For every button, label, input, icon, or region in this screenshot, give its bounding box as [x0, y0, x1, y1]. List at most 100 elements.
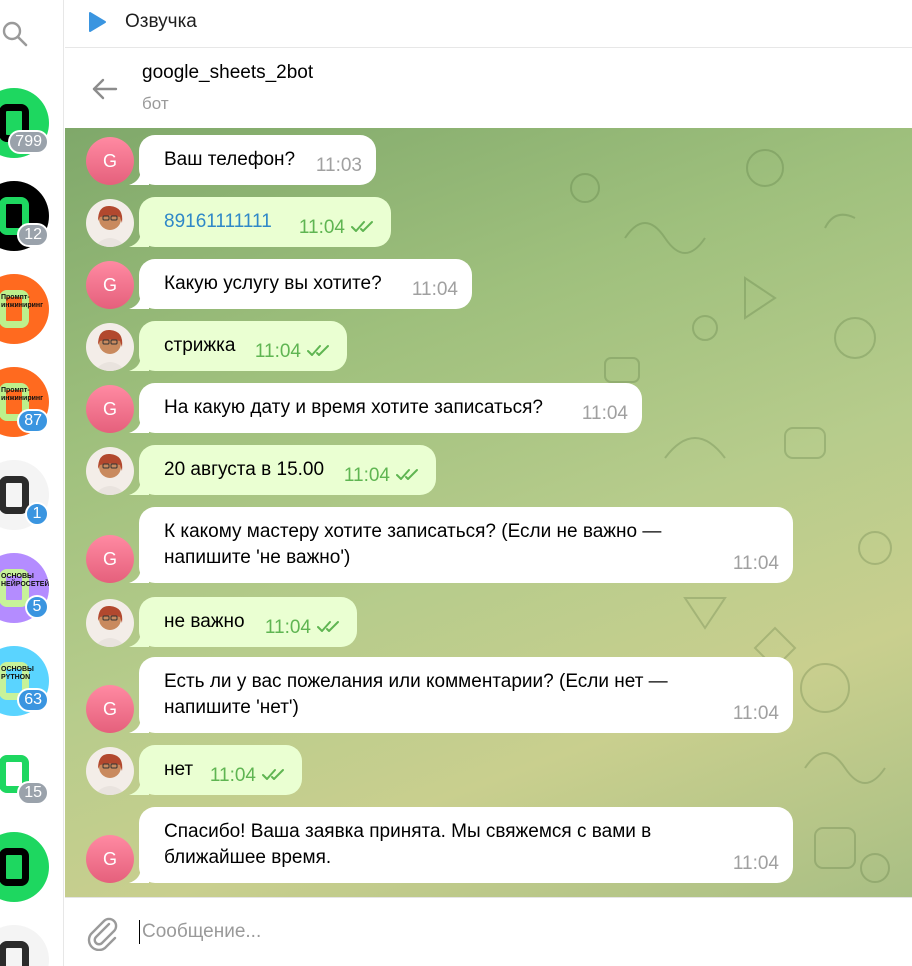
- chat-avatar-thumb-text: Промпт-инжиниринг: [1, 387, 44, 402]
- bot-avatar[interactable]: G: [86, 535, 134, 583]
- bubble-tail: [129, 779, 149, 795]
- message-meta: 11:04: [255, 339, 333, 365]
- outgoing-message-bubble[interactable]: 89161111111 11:04: [129, 197, 391, 247]
- message-text: напишите 'нет'): [164, 697, 299, 718]
- chat-avatar-thumb-text: ОСНОВЫ НЕЙРОСЕТЕЙ: [1, 573, 49, 588]
- message-meta: 11:04: [733, 851, 779, 877]
- outgoing-message-bubble[interactable]: стрижка 11:04: [129, 321, 347, 371]
- chat-list-item[interactable]: 12: [0, 181, 49, 251]
- message-text: нет: [164, 759, 194, 780]
- message-row: нет 11:04: [65, 745, 912, 795]
- bubble-tail: [129, 717, 149, 733]
- chat-list-item[interactable]: ОСНОВЫ НЕЙРОСЕТЕЙ 5: [0, 553, 49, 623]
- chat-title[interactable]: google_sheets_2bot: [142, 62, 313, 84]
- message-time: 11:04: [264, 617, 311, 639]
- chat-avatar-thumb-text: ОСНОВЫ PYTHON: [1, 666, 34, 681]
- bubble-tail: [129, 567, 149, 583]
- message-meta: 11:04: [582, 401, 628, 427]
- incoming-message-bubble[interactable]: На какую дату и время хотите записаться?…: [129, 383, 642, 433]
- message-text: К какому мастеру хотите записаться? (Есл…: [164, 521, 662, 542]
- bubble-tail: [129, 867, 149, 883]
- message-meta: 11:04: [412, 277, 458, 303]
- chat-list-item[interactable]: Промпт-инжиниринг 87: [0, 367, 49, 437]
- chat-list-item[interactable]: [0, 925, 49, 966]
- paperclip-icon[interactable]: [85, 915, 119, 951]
- message-time: 11:04: [298, 217, 345, 239]
- bot-avatar[interactable]: G: [86, 835, 134, 883]
- user-avatar[interactable]: [86, 199, 134, 247]
- bot-avatar[interactable]: G: [86, 261, 134, 309]
- user-avatar[interactable]: [86, 599, 134, 647]
- message-row: G Есть ли у вас пожелания или комментарии…: [65, 657, 912, 733]
- message-row: G Ваш телефон? 11:03: [65, 135, 912, 185]
- message-time: 11:04: [411, 279, 458, 300]
- message-time: 11:04: [732, 703, 779, 724]
- bubble-tail: [129, 293, 149, 309]
- incoming-message-bubble[interactable]: Есть ли у вас пожелания или комментарии?…: [129, 657, 793, 733]
- bubble-tail: [129, 479, 149, 495]
- message-row: G Какую услугу вы хотите? 11:04: [65, 259, 912, 309]
- outgoing-message-bubble[interactable]: 20 августа в 15.00 11:04: [129, 445, 436, 495]
- play-icon[interactable]: [87, 11, 107, 33]
- message-time: 11:04: [581, 403, 628, 424]
- topbar-title[interactable]: Озвучка: [125, 11, 197, 33]
- chat-list-item[interactable]: 1: [0, 460, 49, 530]
- read-check-icon: [396, 463, 422, 489]
- outgoing-message-bubble[interactable]: нет 11:04: [129, 745, 302, 795]
- message-text: Есть ли у вас пожелания или комментарии?…: [164, 671, 668, 692]
- chat-list-sidebar: 799 12 Промпт-инжиниринг Промпт-инжиниринг 8…: [0, 0, 64, 966]
- phone-link[interactable]: 89161111111: [164, 209, 272, 235]
- bot-avatar[interactable]: G: [86, 685, 134, 733]
- incoming-message-bubble[interactable]: Ваш телефон? 11:03: [129, 135, 376, 185]
- unread-badge: 87: [17, 409, 49, 433]
- bot-avatar[interactable]: G: [86, 385, 134, 433]
- read-check-icon: [262, 763, 288, 789]
- message-text: ближайшее время.: [164, 847, 332, 868]
- message-text: не важно: [164, 611, 245, 632]
- bubble-tail: [129, 631, 149, 647]
- message-meta: 11:04: [344, 463, 422, 489]
- search-button[interactable]: [0, 14, 30, 54]
- message-row: стрижка 11:04: [65, 321, 912, 371]
- message-text: Спасибо! Ваша заявка принята. Мы свяжемс…: [164, 821, 652, 842]
- unread-badge: 5: [25, 595, 49, 619]
- chat-list-item[interactable]: ОСНОВЫ PYTHON 63: [0, 646, 49, 716]
- unread-badge: 799: [8, 130, 49, 154]
- chat-list-item[interactable]: 15: [0, 739, 49, 809]
- unread-badge: 12: [17, 223, 49, 247]
- user-avatar[interactable]: [86, 323, 134, 371]
- message-text: 20 августа в 15.00: [164, 459, 325, 480]
- unread-badge: 15: [17, 781, 49, 805]
- bubble-tail: [129, 231, 149, 247]
- bubble-tail: [129, 169, 149, 185]
- chat-avatar: [0, 925, 49, 966]
- search-icon: [2, 21, 28, 47]
- read-check-icon: [351, 215, 377, 241]
- message-text: стрижка: [164, 335, 236, 356]
- incoming-message-bubble[interactable]: Спасибо! Ваша заявка принята. Мы свяжемс…: [129, 807, 793, 883]
- chat-list-item[interactable]: 799: [0, 88, 49, 158]
- user-avatar[interactable]: [86, 447, 134, 495]
- incoming-message-bubble[interactable]: К какому мастеру хотите записаться? (Есл…: [129, 507, 793, 583]
- composer: [65, 897, 912, 966]
- chat-avatar-thumb-text: Промпт-инжиниринг: [1, 294, 44, 309]
- chat-list-item[interactable]: Промпт-инжиниринг: [0, 274, 49, 344]
- back-arrow-icon[interactable]: [89, 73, 121, 105]
- message-time: 11:04: [254, 341, 301, 363]
- message-meta: 11:04: [733, 701, 779, 727]
- bot-avatar[interactable]: G: [86, 137, 134, 185]
- message-meta: 11:04: [299, 215, 377, 241]
- message-area[interactable]: G Ваш телефон? 11:03 89161111111 11:04 G Какую…: [65, 128, 912, 897]
- chat-list-item[interactable]: [0, 832, 49, 902]
- telegram-window: 799 12 Промпт-инжиниринг Промпт-инжиниринг 8…: [0, 0, 912, 966]
- chat-avatar: [0, 832, 49, 902]
- message-input[interactable]: [142, 918, 742, 946]
- user-avatar[interactable]: [86, 747, 134, 795]
- chat-status: бот: [142, 94, 169, 113]
- message-row: 89161111111 11:04: [65, 197, 912, 247]
- message-row: 20 августа в 15.00 11:04: [65, 445, 912, 495]
- text-caret: [139, 920, 140, 944]
- message-meta: 11:04: [265, 615, 343, 641]
- outgoing-message-bubble[interactable]: не важно 11:04: [129, 597, 357, 647]
- incoming-message-bubble[interactable]: Какую услугу вы хотите? 11:04: [129, 259, 472, 309]
